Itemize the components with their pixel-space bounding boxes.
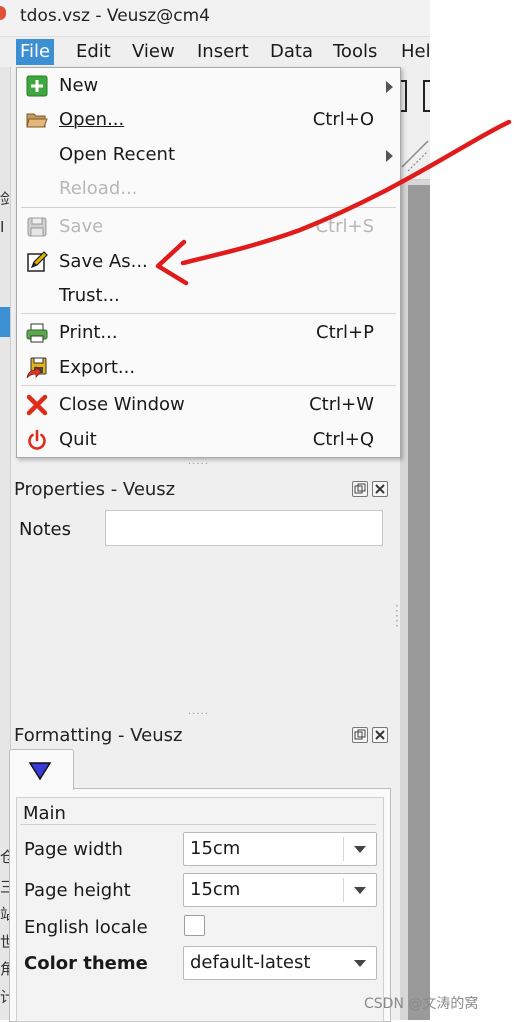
chevron-down-icon[interactable] [354,846,366,853]
folder-open-icon [26,113,48,128]
tab-main-format[interactable] [9,749,74,790]
menu-item-export[interactable]: Export... [17,352,400,384]
float-panel-button[interactable] [352,727,368,743]
side-splitter-handle[interactable]: · · · · · [395,600,399,632]
menu-item-label: Reload... [59,178,138,199]
menu-item-label: Close Window [59,394,185,415]
menu-item-open[interactable]: Open... Ctrl+O [17,104,400,136]
close-x-icon [26,394,48,416]
page-height-value: 15cm [190,879,241,900]
menu-insert[interactable]: Insert [193,39,253,65]
menu-edit[interactable]: Edit [72,39,115,65]
formatting-panel-title: Formatting - Veusz [14,725,183,746]
close-icon [375,730,385,740]
page-canvas-edge [408,185,430,1020]
english-locale-label: English locale [24,917,148,938]
menu-item-shortcut: Ctrl+S [315,216,374,237]
page-height-label: Page height [24,880,131,901]
page-width-combo[interactable]: 15cm [183,832,377,866]
menu-item-new[interactable]: New [17,70,400,102]
menu-item-open-recent[interactable]: Open Recent [17,139,400,171]
floppy-disk-icon [27,217,47,237]
menu-item-trust[interactable]: Trust... [17,280,400,312]
menu-item-label: Save [59,216,104,237]
chevron-down-icon[interactable] [354,960,366,967]
menu-file[interactable]: File [16,39,55,65]
window-title: tdos.vsz - Veusz@cm4 [20,6,210,26]
menu-item-label: Print... [59,322,118,343]
close-panel-button[interactable] [372,727,388,743]
menu-item-save: Save Ctrl+S [17,211,400,243]
menu-item-label: Open Recent [59,144,176,165]
menu-item-label: Export... [59,357,136,378]
english-locale-checkbox[interactable] [184,915,205,936]
toolbar-area [393,67,435,180]
menu-item-shortcut: Ctrl+O [312,109,374,130]
chevron-down-icon[interactable] [354,887,366,894]
close-icon [375,484,385,494]
page-height-combo[interactable]: 15cm [183,873,377,907]
close-panel-button[interactable] [372,481,388,497]
menu-item-quit[interactable]: Quit Ctrl+Q [17,424,400,456]
menu-bar: File Edit View Insert Data Tools Hel [0,37,431,67]
properties-panel-title: Properties - Veusz [14,479,176,500]
float-panel-button[interactable] [352,481,368,497]
notes-label: Notes [19,519,71,540]
page-width-label: Page width [24,839,123,860]
file-menu-dropdown: New Open... Ctrl+O Open Recent Reload... [16,67,401,458]
veusz-window: tdos.vsz - Veusz@cm4 File Edit View Inse… [0,0,435,1022]
submenu-arrow-icon [386,150,393,162]
new-plus-icon [26,75,48,97]
splitter-handle[interactable]: ····· [188,459,209,470]
menu-view[interactable]: View [128,39,179,65]
window-control-icon[interactable] [0,6,6,20]
menu-separator [21,313,396,314]
splitter-handle[interactable]: ····· [188,709,209,720]
notes-field[interactable] [105,510,383,546]
left-strip-text: 剑 [0,190,10,208]
triangle-down-icon [28,762,52,781]
menu-separator [21,207,396,208]
menu-item-label: Quit [59,429,97,450]
menu-help[interactable]: Hel [397,39,435,65]
watermark: CSDN @文涛的窝 [364,996,479,1012]
submenu-arrow-icon [386,81,393,93]
color-theme-label: Color theme [24,953,148,974]
selected-row-indicator [0,307,10,337]
main-settings-group [16,797,384,1022]
menu-separator [21,385,396,386]
left-strip-text: I [0,218,5,236]
power-icon [28,429,46,450]
menu-data[interactable]: Data [266,39,317,65]
color-theme-combo[interactable]: default-latest [183,946,377,980]
save-as-pencil-icon [27,251,48,272]
menu-item-close-window[interactable]: Close Window Ctrl+W [17,389,400,421]
float-icon [354,483,366,494]
float-icon [354,729,366,740]
title-bar: tdos.vsz - Veusz@cm4 [0,0,430,37]
page-width-value: 15cm [190,838,241,859]
menu-item-label: Save As... [59,251,148,272]
menu-item-reload: Reload... [17,173,400,205]
menu-item-label: Trust... [59,285,120,306]
group-divider [20,824,376,825]
menu-tools[interactable]: Tools [329,39,381,65]
export-icon [26,357,47,379]
menu-item-save-as[interactable]: Save As... [17,246,400,278]
menu-item-label: New [59,75,99,96]
menu-item-shortcut: Ctrl+Q [312,429,374,450]
menu-item-shortcut: Ctrl+W [309,394,374,415]
printer-icon [26,323,48,343]
menu-item-print[interactable]: Print... Ctrl+P [17,317,400,349]
menu-item-shortcut: Ctrl+P [316,322,374,343]
group-title: Main [23,803,66,824]
menu-item-label: Open... [59,109,125,130]
toolbar-icons [393,80,435,172]
color-theme-value: default-latest [190,952,311,973]
